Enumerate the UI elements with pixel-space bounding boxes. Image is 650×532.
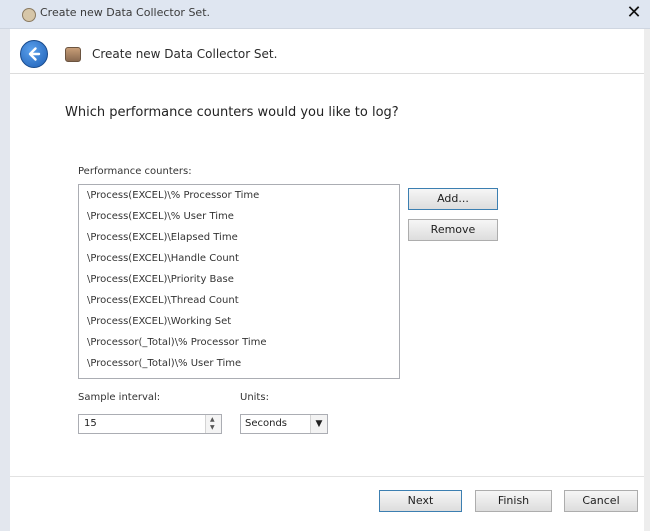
list-item[interactable]: \Process(EXCEL)\% User Time: [79, 206, 399, 227]
sample-interval-stepper[interactable]: 15 ▲ ▼: [78, 414, 222, 434]
close-icon[interactable]: ✕: [624, 3, 644, 23]
finish-button[interactable]: Finish: [475, 490, 552, 512]
spin-up-icon[interactable]: ▲: [210, 417, 215, 423]
wizard-footer: Next Finish Cancel: [10, 476, 644, 532]
back-button[interactable]: [20, 40, 48, 68]
cancel-button[interactable]: Cancel: [564, 490, 638, 512]
list-item[interactable]: \Process(EXCEL)\Handle Count: [79, 248, 399, 269]
wizard-page: Which performance counters would you lik…: [10, 73, 644, 477]
spin-down-icon[interactable]: ▼: [210, 425, 215, 431]
chevron-down-icon[interactable]: ▼: [310, 415, 327, 433]
list-item[interactable]: \Process(EXCEL)\Priority Base: [79, 269, 399, 290]
list-item[interactable]: \Process(EXCEL)\Elapsed Time: [79, 227, 399, 248]
list-item[interactable]: \Process(EXCEL)\% Processor Time: [79, 185, 399, 206]
data-collector-icon: [22, 8, 36, 22]
add-button[interactable]: Add...: [408, 188, 498, 210]
wizard-title: Create new Data Collector Set.: [92, 47, 278, 61]
units-value: Seconds: [245, 418, 288, 429]
remove-button[interactable]: Remove: [408, 219, 498, 241]
data-collector-icon: [65, 47, 81, 62]
performance-counters-label: Performance counters:: [78, 166, 192, 177]
performance-counters-list[interactable]: \Process(EXCEL)\% Processor Time \Proces…: [78, 184, 400, 379]
spin-buttons[interactable]: ▲ ▼: [205, 415, 221, 433]
sample-interval-label: Sample interval:: [78, 392, 161, 403]
next-button[interactable]: Next: [379, 490, 462, 512]
title-bar: Create new Data Collector Set. ✕: [0, 0, 650, 29]
window-right-edge: [643, 28, 650, 531]
window-title: Create new Data Collector Set.: [40, 6, 211, 19]
list-item[interactable]: \Process(EXCEL)\Working Set: [79, 311, 399, 332]
sample-interval-value: 15: [84, 418, 97, 429]
page-question: Which performance counters would you lik…: [65, 105, 399, 120]
units-dropdown[interactable]: Seconds ▼: [240, 414, 328, 434]
units-label: Units:: [240, 392, 269, 403]
list-item[interactable]: \Process(EXCEL)\Thread Count: [79, 290, 399, 311]
list-item[interactable]: \Processor(_Total)\% Processor Time: [79, 332, 399, 353]
list-item[interactable]: \Processor(_Total)\% User Time: [79, 353, 399, 374]
wizard-header: Create new Data Collector Set.: [10, 29, 644, 73]
back-arrow-icon: [28, 47, 41, 61]
